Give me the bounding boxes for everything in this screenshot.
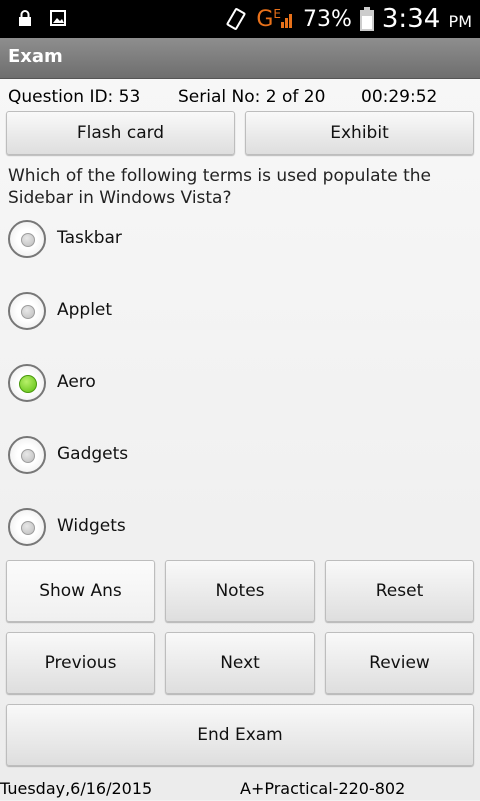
footer-exam-name: A+Practical-220-802 [240,779,406,798]
question-text: Which of the following terms is used pop… [8,166,431,208]
vibrate-icon [224,7,248,31]
status-bar: GE 73% 3:34 PM [0,0,480,38]
battery-percent: 73% [302,6,352,32]
option-label: Widgets [57,516,126,536]
radio-button[interactable] [8,508,46,546]
flash-card-button[interactable]: Flash card [6,111,235,155]
previous-button[interactable]: Previous [6,632,155,694]
radio-button[interactable] [8,436,46,474]
exam-info-row: Question ID: 53 Serial No: 2 of 20 00:29… [8,87,472,109]
radio-dot [21,449,35,463]
option-widgets[interactable]: Widgets [8,508,308,550]
question-id: Question ID: 53 [8,87,141,107]
title-bar: Exam [0,38,480,79]
end-exam-button[interactable]: End Exam [6,704,474,766]
battery-icon [359,7,374,31]
radio-dot [21,233,35,247]
option-applet[interactable]: Applet [8,292,308,334]
exam-content: Question ID: 53 Serial No: 2 of 20 00:29… [0,79,480,800]
exam-timer: 00:29:52 [361,87,438,107]
radio-button[interactable] [8,220,46,258]
show-answer-button[interactable]: Show Ans [6,560,155,622]
option-aero[interactable]: Aero [8,364,308,406]
lock-icon [18,10,32,26]
review-button[interactable]: Review [325,632,474,694]
clock: 3:34 PM [381,4,472,34]
radio-button[interactable] [8,292,46,330]
option-label: Gadgets [57,444,129,464]
exhibit-button[interactable]: Exhibit [245,111,474,155]
footer-date: Tuesday,6/16/2015 [0,779,153,798]
option-label: Taskbar [57,228,122,248]
option-label: Applet [57,300,113,320]
reset-button[interactable]: Reset [325,560,474,622]
notes-button[interactable]: Notes [165,560,315,622]
radio-dot [19,375,37,393]
radio-dot [21,521,35,535]
serial-number: Serial No: 2 of 20 [178,87,326,107]
next-button[interactable]: Next [165,632,315,694]
option-gadgets[interactable]: Gadgets [8,436,308,478]
radio-dot [21,305,35,319]
radio-button-selected[interactable] [8,364,46,402]
image-icon [50,10,66,26]
option-label: Aero [57,372,96,392]
option-taskbar[interactable]: Taskbar [8,220,308,262]
footer: Tuesday,6/16/2015 A+Practical-220-802 [0,779,480,801]
signal-icon: GE [256,7,295,32]
page-title: Exam [8,46,63,67]
